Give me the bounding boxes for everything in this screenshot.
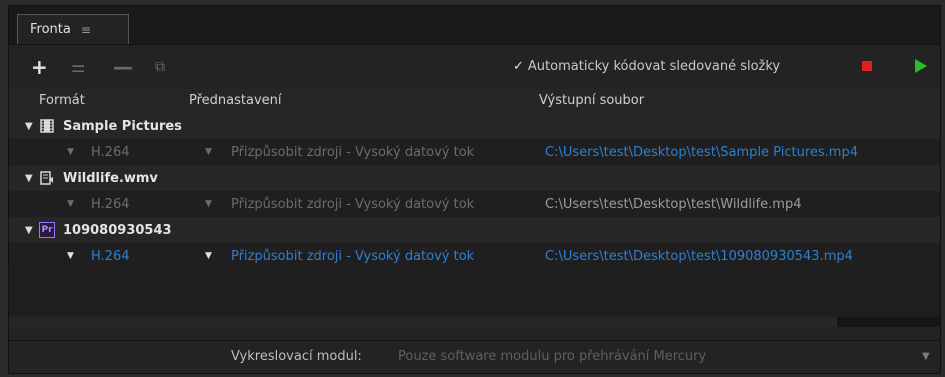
scrollbar-thumb[interactable] xyxy=(837,317,940,327)
empty-area xyxy=(9,269,940,315)
format-dropdown-icon[interactable]: ▼ xyxy=(67,147,74,157)
chevron-down-icon[interactable]: ▼ xyxy=(922,351,930,362)
format-value[interactable]: H.264 xyxy=(91,197,130,212)
source-group[interactable]: ▼ Wildlife.wmv xyxy=(9,165,940,191)
queue-panel: Fronta ≡ + ⚌ — ⧉ ✓ Automaticky kódovat s… xyxy=(8,5,941,374)
source-group[interactable]: ▼ Pr 109080930543 xyxy=(9,217,940,243)
settings-icon[interactable]: ⚌ xyxy=(71,57,85,77)
header-preset[interactable]: Přednastavení xyxy=(189,93,282,108)
auto-encode-checkbox[interactable]: ✓ Automaticky kódovat sledované složky xyxy=(513,59,780,74)
preset-value[interactable]: Přizpůsobit zdroji - Vysoký datový tok xyxy=(231,197,474,212)
premiere-badge: Pr xyxy=(39,222,55,238)
header-output[interactable]: Výstupní soubor xyxy=(539,93,644,108)
stop-button[interactable] xyxy=(862,61,872,71)
source-group[interactable]: ▼ Sample Pictures xyxy=(9,113,940,139)
toolbar: + ⚌ — ⧉ ✓ Automaticky kódovat sledované … xyxy=(9,45,940,89)
premiere-pro-icon: Pr xyxy=(39,222,55,238)
preset-dropdown-icon[interactable]: ▼ xyxy=(205,199,212,209)
panel-menu-icon[interactable]: ≡ xyxy=(81,23,91,37)
renderer-select[interactable]: Pouze software modulu pro přehrávání Mer… xyxy=(398,349,706,364)
start-queue-button[interactable] xyxy=(915,59,927,73)
column-headers: Formát Přednastavení Výstupní soubor xyxy=(9,89,940,113)
expand-triangle-icon[interactable]: ▼ xyxy=(25,121,37,132)
format-dropdown-icon[interactable]: ▼ xyxy=(67,199,74,209)
renderer-label: Vykreslovací modul: xyxy=(231,349,362,364)
film-icon xyxy=(39,118,55,134)
preset-dropdown-icon[interactable]: ▼ xyxy=(205,147,212,157)
renderer-bar: Vykreslovací modul: Pouze software modul… xyxy=(9,340,940,373)
preset-dropdown-icon[interactable]: ▼ xyxy=(205,251,212,261)
duplicate-icon[interactable]: ⧉ xyxy=(155,57,165,77)
format-value[interactable]: H.264 xyxy=(91,249,130,264)
queue-list: ▼ Sample Pictures ▼ H.264 ▼ Přizpůsobit … xyxy=(9,113,940,327)
output-item[interactable]: ▼ H.264 ▼ Přizpůsobit zdroji - Vysoký da… xyxy=(9,191,940,217)
output-file-link[interactable]: C:\Users\test\Desktop\test\Wildlife.mp4 xyxy=(545,197,801,212)
preset-value[interactable]: Přizpůsobit zdroji - Vysoký datový tok xyxy=(231,249,474,264)
header-format[interactable]: Formát xyxy=(39,93,85,108)
source-name: 109080930543 xyxy=(63,222,172,238)
output-item[interactable]: ▼ H.264 ▼ Přizpůsobit zdroji - Vysoký da… xyxy=(9,243,940,269)
output-file-link[interactable]: C:\Users\test\Desktop\test\Sample Pictur… xyxy=(545,145,858,160)
auto-encode-label: Automaticky kódovat sledované složky xyxy=(527,59,781,74)
preset-value[interactable]: Přizpůsobit zdroji - Vysoký datový tok xyxy=(231,145,474,160)
tab-bar: Fronta ≡ xyxy=(9,6,940,45)
source-name: Sample Pictures xyxy=(63,118,182,134)
tab-queue[interactable]: Fronta ≡ xyxy=(17,14,129,44)
expand-triangle-icon[interactable]: ▼ xyxy=(25,225,37,236)
video-clip-icon xyxy=(39,170,55,186)
remove-button[interactable]: — xyxy=(113,57,133,77)
format-dropdown-icon[interactable]: ▼ xyxy=(67,251,74,261)
expand-triangle-icon[interactable]: ▼ xyxy=(25,173,37,184)
add-source-button[interactable]: + xyxy=(31,57,48,77)
tab-label: Fronta xyxy=(30,22,71,37)
output-item[interactable]: ▼ H.264 ▼ Přizpůsobit zdroji - Vysoký da… xyxy=(9,139,940,165)
source-name: Wildlife.wmv xyxy=(63,170,158,186)
horizontal-scrollbar[interactable] xyxy=(9,317,940,327)
format-value[interactable]: H.264 xyxy=(91,145,130,160)
checkmark-icon: ✓ xyxy=(513,59,524,74)
output-file-link[interactable]: C:\Users\test\Desktop\test\109080930543.… xyxy=(545,249,853,264)
